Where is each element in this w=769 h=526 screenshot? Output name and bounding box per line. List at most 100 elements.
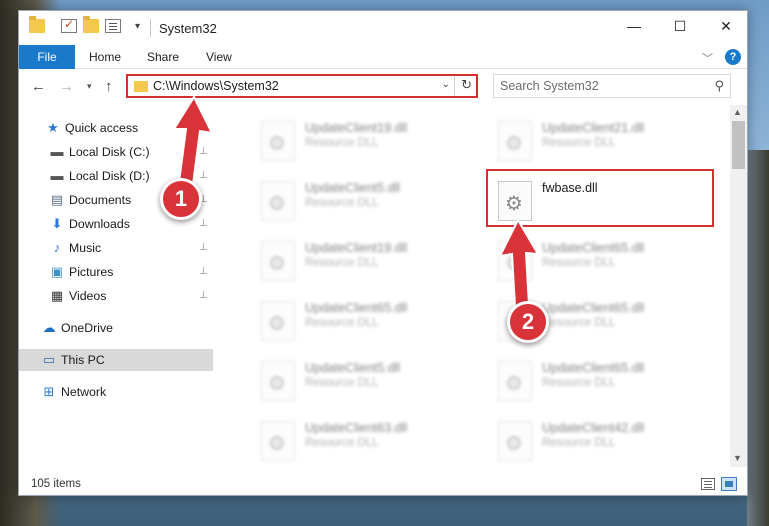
expand-ribbon-icon[interactable]: ﹀ bbox=[702, 50, 713, 66]
sidebar-item-label: Network bbox=[61, 385, 107, 399]
sidebar-item-label: Local Disk (D:) bbox=[69, 169, 150, 183]
address-path[interactable]: C:\Windows\System32 bbox=[153, 79, 279, 93]
sidebar-item-pictures[interactable]: ▣ Pictures ⊥ bbox=[19, 261, 213, 283]
file-name: UpdateClient5.dll bbox=[305, 361, 401, 375]
file-type: Resource DLL bbox=[542, 377, 616, 389]
title-separator bbox=[150, 19, 151, 37]
maximize-button[interactable]: ☐ bbox=[657, 11, 703, 41]
drive-icon: ▬ bbox=[50, 168, 64, 183]
sidebar-item-label: Pictures bbox=[69, 265, 114, 279]
file-type: Resource DLL bbox=[305, 317, 379, 329]
back-button[interactable]: ← bbox=[31, 78, 46, 95]
star-icon: ★ bbox=[47, 120, 59, 135]
sidebar-item-label: Local Disk (C:) bbox=[69, 145, 150, 159]
large-icons-view-icon[interactable] bbox=[721, 477, 737, 491]
navigation-bar: ← → ▾ ↑ C:\Windows\System32 ⌄ ↻ Search S… bbox=[19, 69, 747, 105]
file-item[interactable]: UpdateClient19.dll Resource DLL bbox=[255, 233, 475, 285]
ribbon-tabs: File Home Share View ﹀ ? bbox=[19, 45, 747, 69]
search-icon: ⚲ bbox=[714, 78, 724, 93]
sidebar-item-onedrive[interactable]: ☁ OneDrive bbox=[19, 317, 213, 339]
quick-access-toolbar-dropdown-icon[interactable]: ▾ bbox=[135, 21, 140, 32]
file-item[interactable]: UpdateClient65.dll Resource DLL bbox=[255, 293, 475, 345]
vertical-scrollbar[interactable]: ▲ ▼ bbox=[730, 105, 747, 467]
file-item[interactable]: UpdateClient63.dll Resource DLL bbox=[255, 413, 475, 465]
scroll-thumb[interactable] bbox=[732, 121, 745, 169]
sidebar-item-music[interactable]: ♪ Music ⊥ bbox=[19, 237, 213, 259]
file-name: UpdateClient5.dll bbox=[305, 181, 401, 195]
pin-icon: ⊥ bbox=[199, 242, 208, 253]
pictures-icon: ▣ bbox=[50, 264, 64, 279]
search-box[interactable]: Search System32 ⚲ bbox=[493, 74, 731, 98]
properties-check-icon[interactable] bbox=[61, 17, 77, 33]
file-name: UpdateClient63.dll bbox=[305, 421, 408, 435]
dll-file-icon bbox=[498, 121, 532, 161]
sidebar-item-label: Documents bbox=[69, 193, 132, 207]
up-button[interactable]: ↑ bbox=[105, 78, 113, 95]
desktop-background-right bbox=[747, 150, 769, 526]
dll-file-icon bbox=[498, 361, 532, 401]
address-separator bbox=[454, 76, 455, 96]
documents-icon: ▤ bbox=[50, 192, 64, 207]
file-type: Resource DLL bbox=[305, 257, 379, 269]
minimize-button[interactable]: — bbox=[611, 11, 657, 41]
file-type: Resource DLL bbox=[305, 377, 379, 389]
sidebar-item-network[interactable]: ⊞ Network bbox=[19, 381, 213, 403]
file-item[interactable]: UpdateClient42.dll Resource DLL bbox=[492, 413, 712, 465]
tab-home[interactable]: Home bbox=[89, 50, 121, 64]
sidebar-item-videos[interactable]: ▦ Videos ⊥ bbox=[19, 285, 213, 307]
recent-locations-dropdown[interactable]: ▾ bbox=[87, 81, 92, 92]
details-view-icon[interactable] bbox=[701, 478, 715, 490]
dll-file-icon bbox=[261, 301, 295, 341]
file-item[interactable]: UpdateClient5.dll Resource DLL bbox=[255, 173, 475, 225]
dll-file-icon bbox=[261, 121, 295, 161]
scroll-up-button[interactable]: ▲ bbox=[733, 107, 742, 117]
tab-share[interactable]: Share bbox=[147, 50, 179, 64]
window-title: System32 bbox=[159, 21, 217, 36]
tab-file[interactable]: File bbox=[19, 45, 75, 69]
sidebar-item-label: Downloads bbox=[69, 217, 130, 231]
annotation-badge-2: 2 bbox=[507, 301, 549, 343]
dll-file-icon bbox=[498, 421, 532, 461]
file-type: Resource DLL bbox=[542, 137, 616, 149]
file-name: UpdateClient65.dll bbox=[305, 301, 408, 315]
address-dropdown-icon[interactable]: ⌄ bbox=[442, 79, 450, 90]
scroll-down-button[interactable]: ▼ bbox=[733, 453, 742, 463]
title-bar: ▾ System32 — ☐ ✕ bbox=[19, 11, 747, 45]
tab-view[interactable]: View bbox=[206, 50, 232, 64]
music-icon: ♪ bbox=[53, 240, 61, 255]
file-name: UpdateClient65.dll bbox=[542, 361, 645, 375]
videos-icon: ▦ bbox=[50, 288, 64, 303]
forward-button[interactable]: → bbox=[59, 78, 74, 95]
sidebar-item-this-pc[interactable]: ▭ This PC bbox=[19, 349, 213, 371]
close-button[interactable]: ✕ bbox=[703, 11, 749, 41]
sidebar-item-label: OneDrive bbox=[61, 321, 113, 335]
file-item[interactable]: UpdateClient19.dll Resource DLL bbox=[255, 113, 475, 165]
folder-icon bbox=[29, 16, 45, 33]
sidebar-item-label: Music bbox=[69, 241, 102, 255]
file-type: Resource DLL bbox=[305, 437, 379, 449]
computer-icon: ▭ bbox=[42, 352, 56, 367]
file-item[interactable]: UpdateClient65.dll Resource DLL bbox=[492, 353, 712, 405]
file-item[interactable]: UpdateClient21.dll Resource DLL bbox=[492, 113, 712, 165]
sidebar-item-label: Quick access bbox=[65, 121, 139, 135]
cloud-icon: ☁ bbox=[42, 320, 56, 335]
refresh-icon[interactable]: ↻ bbox=[461, 77, 472, 93]
sidebar-item-label: This PC bbox=[61, 353, 105, 367]
status-bar: 105 items bbox=[19, 473, 747, 495]
sidebar-item-label: Videos bbox=[69, 289, 107, 303]
dll-file-icon bbox=[261, 241, 295, 281]
dll-file-icon bbox=[261, 181, 295, 221]
file-item[interactable]: UpdateClient5.dll Resource DLL bbox=[255, 353, 475, 405]
drive-icon: ▬ bbox=[50, 144, 64, 159]
folder-icon bbox=[134, 81, 148, 92]
file-type: Resource DLL bbox=[542, 437, 616, 449]
search-input[interactable]: Search System32 bbox=[500, 79, 599, 93]
download-icon: ⬇ bbox=[51, 216, 63, 231]
new-folder-icon[interactable] bbox=[83, 16, 99, 33]
help-icon[interactable]: ? bbox=[725, 49, 741, 65]
file-name: UpdateClient19.dll bbox=[305, 241, 408, 255]
properties-icon[interactable] bbox=[105, 19, 121, 33]
pin-icon: ⊥ bbox=[199, 266, 208, 277]
file-type: Resource DLL bbox=[305, 197, 379, 209]
pin-icon: ⊥ bbox=[199, 290, 208, 301]
